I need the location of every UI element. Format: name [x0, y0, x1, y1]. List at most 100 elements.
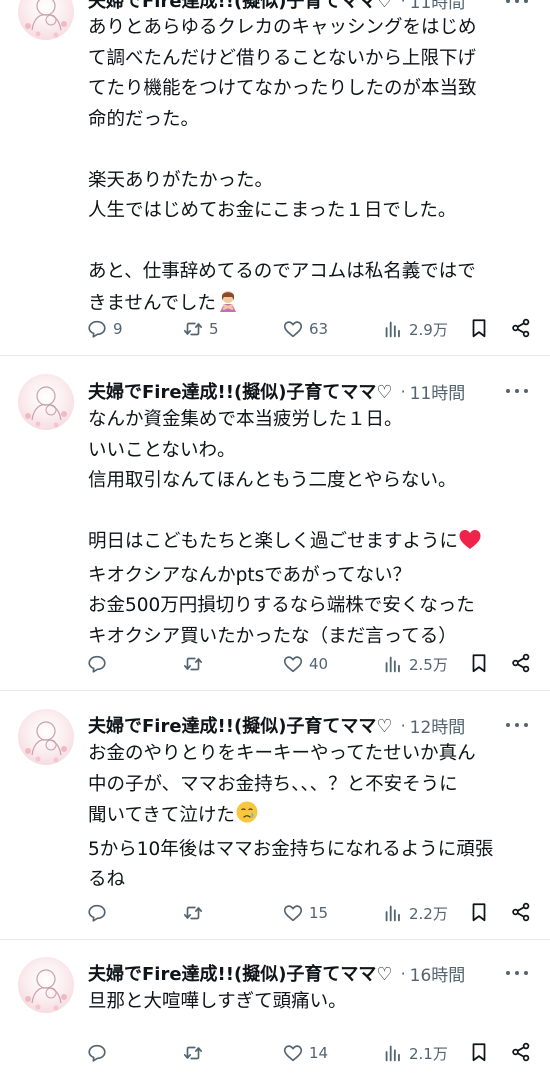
- text-line: いいことないわ。: [88, 439, 236, 461]
- avatar[interactable]: [18, 374, 74, 430]
- share-icon[interactable]: [510, 317, 532, 339]
- text-line: キオクシアなんかptsであがってない？: [88, 564, 412, 586]
- heart-icon: [283, 321, 303, 338]
- retweet-button[interactable]: [182, 652, 209, 676]
- bookmark-icon[interactable]: [468, 652, 490, 674]
- reply-button[interactable]: [86, 652, 113, 676]
- reply-button[interactable]: 9: [86, 317, 123, 341]
- speech-bubble-icon: [88, 1044, 106, 1062]
- text-line: あと、仕事辞めてるのでアコムは私名義ではで: [88, 261, 476, 282]
- dot-icon: [524, 723, 528, 727]
- reply-button[interactable]: [86, 901, 113, 925]
- speech-bubble-icon: [88, 320, 106, 338]
- retweet-button[interactable]: [182, 1041, 209, 1065]
- heart-icon: [283, 1045, 303, 1062]
- text-line: 人生ではじめてお金にこまった１日でした。: [88, 200, 457, 221]
- text-line: 聞いてきて泣けた: [88, 800, 533, 835]
- more-options-button[interactable]: [506, 0, 528, 4]
- like-count: 40: [309, 655, 329, 673]
- tweet-header: 夫婦でFire達成!!(擬似)子育てママ♡ · 11時間: [88, 0, 465, 14]
- text-line: 5から10年後はママお金持ちになれるように頑張: [88, 838, 494, 860]
- text-segment: きませんでした: [88, 292, 217, 314]
- views-button[interactable]: 2.9万: [382, 317, 448, 341]
- timestamp[interactable]: 11時間: [410, 379, 466, 404]
- like-count: 15: [309, 904, 329, 922]
- retweet-arrows-icon: [183, 1046, 203, 1060]
- views-button[interactable]: 2.1万: [382, 1041, 448, 1065]
- speech-bubble-icon: [88, 904, 106, 922]
- dot-icon: [524, 389, 528, 393]
- timestamp[interactable]: 11時間: [410, 0, 466, 13]
- retweet-button[interactable]: [182, 901, 209, 925]
- author-name[interactable]: 夫婦でFire達成!!(擬似)子育てママ♡: [88, 712, 393, 738]
- timestamp[interactable]: 16時間: [410, 961, 466, 986]
- tweet-text: ありとあらゆるクレカのキャッシングをはじめ て調べたんだけど借りることないから上…: [88, 13, 533, 322]
- text-line: 中の子が、ママお金持ち、、、？と不安そうに: [88, 773, 458, 795]
- like-button[interactable]: 14: [282, 1041, 328, 1065]
- share-icon[interactable]: [510, 1041, 532, 1063]
- like-count: 14: [309, 1044, 329, 1062]
- separator-dot: ·: [400, 715, 406, 735]
- tweet-item[interactable]: 夫婦でFire達成!!(擬似)子育てママ♡ · 12時間 お金のやりとりをキーキ…: [0, 691, 550, 940]
- dot-icon: [506, 971, 510, 975]
- bookmark-icon[interactable]: [468, 317, 490, 339]
- text-line: 信用取引なんてほんともう二度とやらない。: [88, 470, 457, 491]
- timestamp[interactable]: 12時間: [410, 713, 466, 738]
- author-name[interactable]: 夫婦でFire達成!!(擬似)子育てママ♡: [88, 378, 393, 404]
- text-line: なんか資金集めで本当疲労した１日。: [88, 409, 403, 430]
- tweet-text: なんか資金集めで本当疲労した１日。 いいことないわ。 信用取引なんてほんともう二…: [88, 405, 533, 652]
- action-bar: 9 5 63 2.9万: [86, 317, 532, 341]
- tweet-text: お金のやりとりをキーキーやってたせいか真ん 中の子が、ママお金持ち、、、？と不安…: [88, 739, 533, 896]
- view-count: 2.9万: [409, 320, 448, 339]
- avatar[interactable]: [18, 957, 74, 1013]
- like-count: 63: [309, 320, 329, 338]
- text-line: て調べたんだけど借りることないから上限下げ: [88, 47, 476, 69]
- action-bar: 15 2.2万: [86, 901, 532, 925]
- bookmark-icon[interactable]: [468, 901, 490, 923]
- reply-button[interactable]: [86, 1041, 113, 1065]
- tweet-header: 夫婦でFire達成!!(擬似)子育てママ♡ · 11時間: [88, 377, 465, 405]
- tweet-item[interactable]: 夫婦でFire達成!!(擬似)子育てママ♡ · 16時間 旦那と大喧嘩しすぎて頭…: [0, 940, 550, 1078]
- text-line: キオクシア買いたかったな（まだ言ってる）: [88, 625, 457, 647]
- bar-chart-icon: [385, 656, 400, 673]
- dot-icon: [515, 389, 519, 393]
- tweet-header: 夫婦でFire達成!!(擬似)子育てママ♡ · 12時間: [88, 711, 465, 739]
- avatar[interactable]: [18, 0, 74, 40]
- separator-dot: ·: [400, 0, 406, 10]
- retweet-button[interactable]: 5: [182, 317, 219, 341]
- more-options-button[interactable]: [506, 388, 528, 394]
- text-line: 楽天ありがたかった。: [88, 169, 274, 191]
- tweet-item[interactable]: 夫婦でFire達成!!(擬似)子育てママ♡ · 11時間 なんか資金集めで本当疲…: [0, 357, 550, 691]
- author-name[interactable]: 夫婦でFire達成!!(擬似)子育てママ♡: [88, 0, 393, 13]
- text-line: てたり機能をつけてなかったりしたのが本当致: [88, 78, 477, 99]
- separator-dot: ·: [400, 963, 406, 983]
- like-button[interactable]: 15: [282, 901, 328, 925]
- like-button[interactable]: 63: [282, 317, 328, 341]
- avatar[interactable]: [18, 709, 74, 765]
- author-name[interactable]: 夫婦でFire達成!!(擬似)子育てママ♡: [88, 960, 393, 986]
- bookmark-icon[interactable]: [468, 1041, 490, 1063]
- crying-face-emoji-icon: [235, 800, 259, 835]
- dot-icon: [515, 723, 519, 727]
- bar-chart-icon: [385, 905, 400, 922]
- share-icon[interactable]: [510, 652, 532, 674]
- dot-icon: [506, 0, 510, 3]
- separator-dot: ·: [400, 381, 406, 401]
- red-heart-emoji-icon: [458, 528, 482, 561]
- like-button[interactable]: 40: [282, 652, 328, 676]
- action-bar: 40 2.5万: [86, 652, 532, 676]
- more-options-button[interactable]: [506, 970, 528, 976]
- avatar-illustration-icon: [25, 969, 67, 1011]
- dot-icon: [506, 389, 510, 393]
- views-button[interactable]: 2.5万: [382, 652, 448, 676]
- retweet-count: 5: [209, 320, 219, 338]
- tweet-item[interactable]: 夫婦でFire達成!!(擬似)子育てママ♡ · 11時間 ありとあらゆるクレカの…: [0, 0, 550, 356]
- text-segment: 聞いてきて泣けた: [88, 805, 235, 826]
- views-button[interactable]: 2.2万: [382, 901, 448, 925]
- text-line: ありとあらゆるクレカのキャッシングをはじめ: [88, 17, 477, 38]
- retweet-arrows-icon: [183, 322, 203, 336]
- reply-count: 9: [113, 320, 123, 338]
- more-options-button[interactable]: [506, 722, 528, 728]
- share-icon[interactable]: [510, 901, 532, 923]
